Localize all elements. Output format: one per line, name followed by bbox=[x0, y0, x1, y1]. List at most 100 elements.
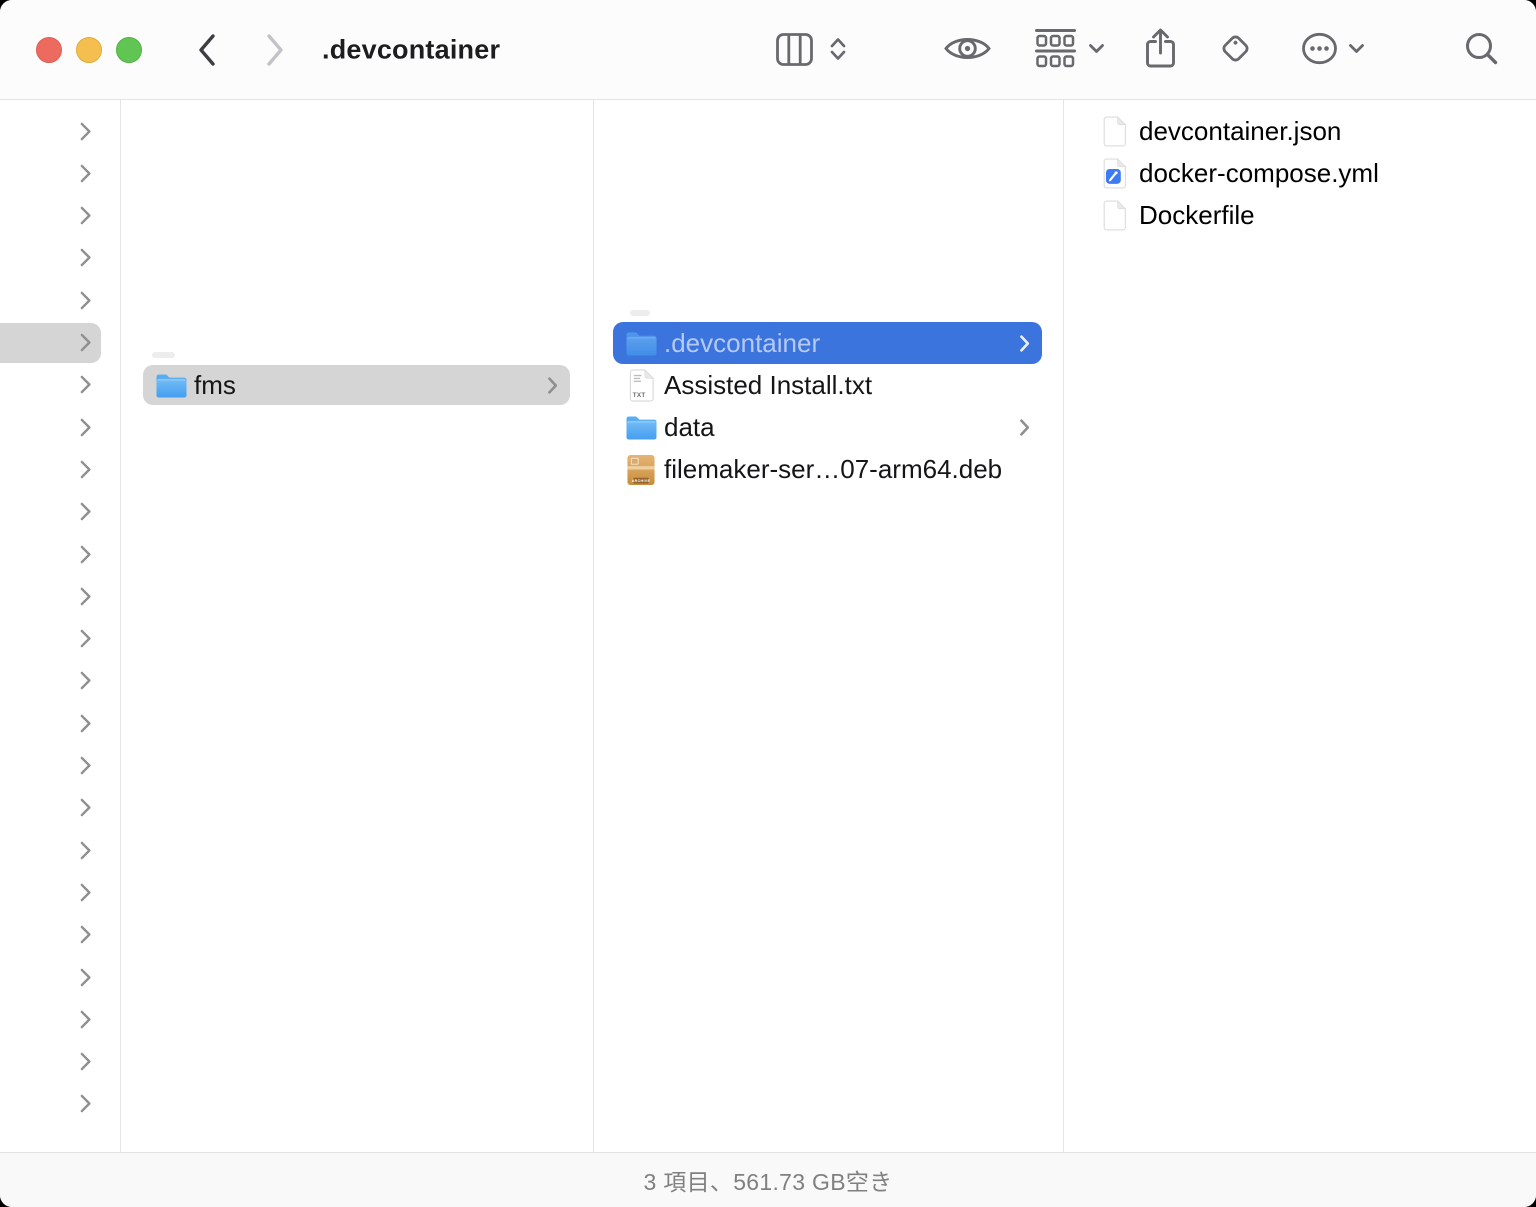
tree-row[interactable] bbox=[0, 787, 120, 829]
chevron-right-icon bbox=[79, 670, 92, 691]
close-button[interactable] bbox=[36, 37, 62, 63]
tree-row[interactable] bbox=[0, 914, 120, 956]
tree-row[interactable] bbox=[0, 322, 120, 364]
file-row-fms[interactable]: fms bbox=[143, 365, 570, 405]
tree-row[interactable] bbox=[0, 491, 120, 533]
zoom-button[interactable] bbox=[116, 37, 142, 63]
chevron-right-icon bbox=[79, 840, 92, 861]
columns-view-icon[interactable] bbox=[776, 33, 813, 66]
tag-icon[interactable] bbox=[1218, 31, 1253, 66]
column-sidebar-tree bbox=[0, 100, 121, 1152]
chevron-right-icon bbox=[79, 544, 92, 565]
search-icon[interactable] bbox=[1464, 31, 1500, 67]
chevron-right-icon bbox=[79, 1051, 92, 1072]
file-name: Dockerfile bbox=[1139, 200, 1536, 231]
chevron-right-icon bbox=[79, 247, 92, 268]
tree-row[interactable] bbox=[0, 237, 120, 279]
toolbar: .devcontainer bbox=[0, 0, 1536, 100]
tree-row[interactable] bbox=[0, 195, 120, 237]
tree-row[interactable] bbox=[0, 702, 120, 744]
more-actions-icon[interactable] bbox=[1301, 32, 1338, 65]
chevron-right-icon bbox=[79, 797, 92, 818]
scrolled-item-peek bbox=[152, 352, 175, 358]
chevron-right-icon bbox=[79, 121, 92, 142]
tree-row[interactable] bbox=[0, 575, 120, 617]
folder-icon bbox=[624, 330, 658, 357]
chevron-right-icon bbox=[79, 290, 92, 311]
column-parent: fms bbox=[121, 100, 594, 1152]
chevron-right-icon bbox=[79, 1009, 92, 1030]
chevron-right-icon bbox=[79, 417, 92, 438]
chevron-right-icon bbox=[1019, 334, 1030, 353]
chevron-right-icon bbox=[79, 628, 92, 649]
tree-row[interactable] bbox=[0, 660, 120, 702]
tree-row[interactable] bbox=[0, 998, 120, 1040]
yml-icon bbox=[1100, 157, 1128, 190]
group-by-chevron-icon[interactable] bbox=[1088, 43, 1105, 54]
file-row-dockerfile[interactable]: Dockerfile bbox=[1064, 195, 1536, 237]
tree-row[interactable] bbox=[0, 364, 120, 406]
chevron-right-icon bbox=[79, 205, 92, 226]
svg-text:TXT: TXT bbox=[632, 392, 645, 399]
tree-row[interactable] bbox=[0, 829, 120, 871]
archive-icon: ARCHIVE bbox=[624, 454, 658, 486]
file-name: .devcontainer bbox=[664, 328, 1011, 359]
chevron-right-icon bbox=[79, 163, 92, 184]
more-actions-chevron-icon[interactable] bbox=[1348, 43, 1365, 54]
tree-row[interactable] bbox=[0, 152, 120, 194]
chevron-right-icon bbox=[79, 374, 92, 395]
forward-button[interactable] bbox=[264, 32, 286, 68]
chevron-right-icon bbox=[79, 713, 92, 734]
column-files: devcontainer.json docker-compose.yml Doc… bbox=[1064, 100, 1536, 1152]
file-row--devcontainer[interactable]: .devcontainer bbox=[613, 322, 1042, 364]
column-view: fms .devcontainer TXT Assisted Install.tx… bbox=[0, 100, 1536, 1152]
status-bar: 3 項目、561.73 GB空き bbox=[0, 1152, 1536, 1207]
tree-row[interactable] bbox=[0, 279, 120, 321]
chevron-right-icon bbox=[547, 376, 558, 395]
chevron-right-icon bbox=[79, 332, 92, 353]
chevron-right-icon bbox=[79, 924, 92, 945]
tree-row[interactable] bbox=[0, 1041, 120, 1083]
file-row-assisted-install-txt[interactable]: TXT Assisted Install.txt bbox=[613, 364, 1042, 406]
doc-icon bbox=[1100, 199, 1128, 232]
back-button[interactable] bbox=[196, 32, 218, 68]
tree-row[interactable] bbox=[0, 533, 120, 575]
chevron-right-icon bbox=[1019, 418, 1030, 437]
file-row-filemaker-ser-07-arm64-deb[interactable]: ARCHIVE filemaker-ser…07-arm64.deb bbox=[613, 449, 1042, 491]
chevron-right-icon bbox=[79, 882, 92, 903]
txt-icon: TXT bbox=[624, 368, 658, 403]
file-name: Assisted Install.txt bbox=[664, 370, 1030, 401]
view-stepper-icon[interactable] bbox=[828, 36, 848, 62]
chevron-right-icon bbox=[79, 967, 92, 988]
doc-icon bbox=[1100, 115, 1128, 148]
chevron-right-icon bbox=[79, 1093, 92, 1114]
share-icon[interactable] bbox=[1144, 28, 1177, 69]
column-current: .devcontainer TXT Assisted Install.txt da… bbox=[594, 100, 1064, 1152]
tree-row[interactable] bbox=[0, 956, 120, 998]
folder-icon bbox=[624, 414, 658, 441]
tree-row[interactable] bbox=[0, 448, 120, 490]
chevron-right-icon bbox=[79, 586, 92, 607]
file-name: fms bbox=[194, 370, 539, 401]
file-row-data[interactable]: data bbox=[613, 407, 1042, 449]
tree-row[interactable] bbox=[0, 618, 120, 660]
minimize-button[interactable] bbox=[76, 37, 102, 63]
tree-row[interactable] bbox=[0, 745, 120, 787]
folder-icon bbox=[154, 372, 188, 399]
file-row-docker-compose-yml[interactable]: docker-compose.yml bbox=[1064, 152, 1536, 194]
file-name: docker-compose.yml bbox=[1139, 158, 1536, 189]
tree-row[interactable] bbox=[0, 406, 120, 448]
tree-row[interactable] bbox=[0, 110, 120, 152]
tree-row[interactable] bbox=[0, 1083, 120, 1125]
svg-text:ARCHIVE: ARCHIVE bbox=[632, 479, 651, 483]
file-name: data bbox=[664, 412, 1011, 443]
quick-look-eye-icon[interactable] bbox=[944, 32, 991, 65]
window-title: .devcontainer bbox=[322, 34, 500, 65]
file-name: filemaker-ser…07-arm64.deb bbox=[664, 454, 1030, 485]
file-row-devcontainer-json[interactable]: devcontainer.json bbox=[1064, 110, 1536, 152]
chevron-right-icon bbox=[79, 755, 92, 776]
chevron-right-icon bbox=[79, 501, 92, 522]
finder-window: .devcontainer bbox=[0, 0, 1536, 1207]
tree-row[interactable] bbox=[0, 871, 120, 913]
group-by-grid-icon[interactable] bbox=[1034, 28, 1077, 69]
